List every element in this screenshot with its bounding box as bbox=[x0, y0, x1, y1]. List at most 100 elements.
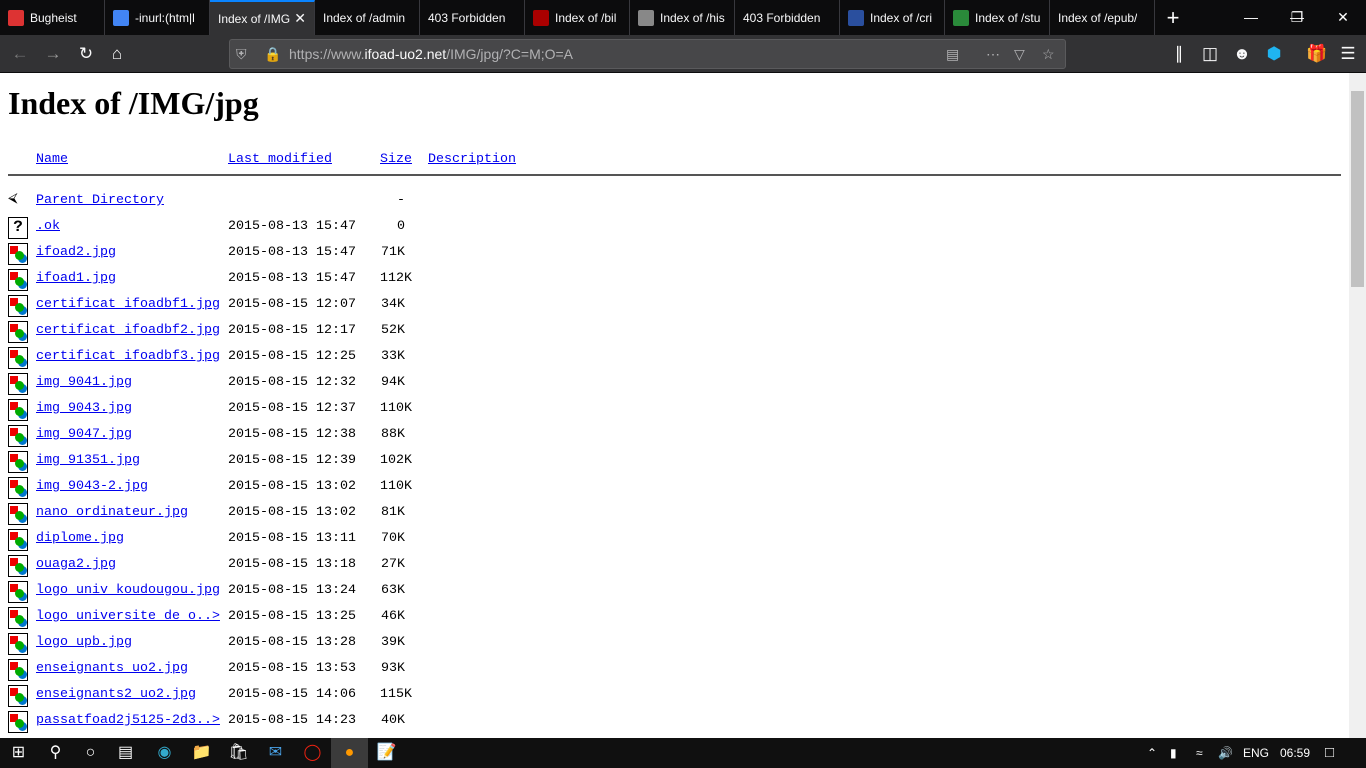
modified-date: 2015-08-13 15:47 bbox=[228, 271, 356, 286]
tab[interactable]: Index of /epub/ bbox=[1050, 0, 1155, 35]
tab-label: Index of /admin bbox=[323, 10, 406, 25]
lock-icon[interactable]: 🔒 bbox=[264, 40, 281, 68]
sort-by-modified-link[interactable]: Last modified bbox=[228, 152, 332, 167]
task-view-icon[interactable]: ▤ bbox=[107, 738, 144, 768]
file-link[interactable]: logo_upb.jpg bbox=[36, 635, 132, 650]
file-link[interactable]: diplome.jpg bbox=[36, 531, 124, 546]
tab-strip: Bugheist -inurl:(htm|l Index of /IMG ✕ Index… bbox=[0, 0, 1366, 35]
home-icon[interactable]: ⌂ bbox=[102, 35, 132, 73]
file-row: diplome.jpg 2015-08-15 13:11 70K bbox=[0, 529, 1340, 557]
volume-icon[interactable]: 🔊 bbox=[1218, 738, 1233, 768]
tab-label: Index of /his bbox=[660, 10, 725, 25]
file-link[interactable]: img_9043.jpg bbox=[36, 401, 132, 416]
parent-directory-link[interactable]: Parent Directory bbox=[36, 193, 164, 208]
modified-date: 2015-08-13 15:47 bbox=[228, 245, 356, 260]
file-link[interactable]: certificat_ifoadbf3.jpg bbox=[36, 349, 220, 364]
restore-icon[interactable]: ❐ bbox=[1274, 0, 1320, 35]
more-icon[interactable]: ⋯ bbox=[986, 40, 1000, 68]
url-bar[interactable]: ⛨ 🔒 https://www.ifoad-uo2.net/IMG/jpg/?C… bbox=[229, 39, 1066, 69]
menu-icon[interactable]: ☰ bbox=[1333, 35, 1363, 73]
tab[interactable]: Bugheist bbox=[0, 0, 105, 35]
favicon-icon bbox=[848, 9, 864, 26]
file-link[interactable]: ifoad2.jpg bbox=[36, 245, 116, 260]
tab-label: Index of /epub/ bbox=[1058, 10, 1138, 25]
modified-date: 2015-08-15 12:37 bbox=[228, 401, 356, 416]
tab[interactable]: Index of /IMG ✕ bbox=[210, 0, 315, 35]
wifi-icon[interactable]: ≈ bbox=[1196, 738, 1203, 768]
close-window-icon[interactable]: ✕ bbox=[1320, 0, 1366, 35]
image-file-icon bbox=[8, 477, 28, 499]
reader-view-icon[interactable]: ▤ bbox=[946, 40, 959, 68]
start-windows-icon[interactable]: ⊞ bbox=[0, 738, 37, 768]
store-icon[interactable]: 🛍 bbox=[220, 738, 257, 768]
file-link[interactable]: logo_univ_koudougou.jpg bbox=[36, 583, 220, 598]
file-explorer-icon[interactable]: 📁 bbox=[183, 738, 220, 768]
file-row: img_9041.jpg 2015-08-15 12:32 94K bbox=[0, 373, 1340, 401]
vertical-scrollbar[interactable] bbox=[1349, 73, 1366, 738]
file-link[interactable]: certificat_ifoadbf1.jpg bbox=[36, 297, 220, 312]
close-tab-icon[interactable]: ✕ bbox=[294, 10, 306, 27]
reload-icon[interactable]: ↻ bbox=[71, 35, 101, 73]
tab[interactable]: Index of /stu bbox=[945, 0, 1050, 35]
tab-label: Index of /stu bbox=[975, 10, 1041, 25]
file-link[interactable]: logo_universite_de_o..> bbox=[36, 609, 220, 624]
language-indicator[interactable]: ENG bbox=[1243, 738, 1269, 768]
tab[interactable]: Index of /cri bbox=[840, 0, 945, 35]
search-icon[interactable]: ⚲ bbox=[37, 738, 74, 768]
file-size: 33K bbox=[381, 349, 405, 364]
file-size: 63K bbox=[381, 583, 405, 598]
tab[interactable]: 403 Forbidden bbox=[420, 0, 525, 35]
mail-icon[interactable]: ✉ bbox=[257, 738, 294, 768]
library-icon[interactable]: ∥ bbox=[1164, 35, 1194, 73]
tab[interactable]: Index of /bil bbox=[525, 0, 630, 35]
tab[interactable]: Index of /his bbox=[630, 0, 735, 35]
scrollbar-thumb[interactable] bbox=[1351, 91, 1364, 287]
file-link[interactable]: ifoad1.jpg bbox=[36, 271, 116, 286]
sort-by-description-link[interactable]: Description bbox=[428, 152, 516, 167]
bookmark-star-icon[interactable]: ☆ bbox=[1042, 40, 1055, 68]
sidebar-icon[interactable]: ◫ bbox=[1195, 35, 1225, 73]
file-link[interactable]: nano_ordinateur.jpg bbox=[36, 505, 188, 520]
file-link[interactable]: ouaga2.jpg bbox=[36, 557, 116, 572]
file-link[interactable]: enseignants_uo2.jpg bbox=[36, 661, 188, 676]
file-link[interactable]: img_9047.jpg bbox=[36, 427, 132, 442]
file-link[interactable]: passatfoad2j5125-2d3..> bbox=[36, 713, 220, 728]
file-link[interactable]: enseignants2_uo2.jpg bbox=[36, 687, 196, 702]
file-link[interactable]: .ok bbox=[36, 219, 60, 234]
modified-date: 2015-08-15 12:39 bbox=[228, 453, 356, 468]
unknown-file-icon: ? bbox=[8, 217, 28, 239]
tab[interactable]: 403 Forbidden bbox=[735, 0, 840, 35]
back-icon[interactable]: ← bbox=[5, 35, 35, 73]
notifications-icon[interactable]: □ bbox=[1325, 738, 1334, 768]
tab[interactable]: Index of /admin bbox=[315, 0, 420, 35]
forward-icon[interactable]: → bbox=[38, 35, 68, 73]
file-link[interactable]: img_9043-2.jpg bbox=[36, 479, 148, 494]
url-text[interactable]: https://www.ifoad-uo2.net/IMG/jpg/?C=M;O… bbox=[289, 40, 573, 68]
opera-icon[interactable]: ◯ bbox=[294, 738, 331, 768]
file-link[interactable]: img_91351.jpg bbox=[36, 453, 140, 468]
extension-icon[interactable]: ⬢ bbox=[1259, 35, 1289, 73]
image-file-icon bbox=[8, 633, 28, 655]
account-icon[interactable]: ☻ bbox=[1227, 35, 1257, 73]
clock[interactable]: 06:59 bbox=[1280, 738, 1310, 768]
notepad-icon[interactable]: 📝 bbox=[368, 738, 405, 768]
pocket-icon[interactable]: ▽ bbox=[1014, 40, 1025, 68]
show-hidden-icons-icon[interactable]: ⌃ bbox=[1147, 738, 1157, 768]
minimize-icon[interactable]: — bbox=[1228, 0, 1274, 35]
whats-new-gift-icon[interactable]: 🎁 bbox=[1302, 35, 1332, 73]
cortana-icon[interactable]: ○ bbox=[72, 738, 109, 768]
firefox-icon[interactable]: ● bbox=[331, 738, 368, 768]
shield-icon[interactable]: ⛨ bbox=[236, 40, 247, 68]
tab[interactable]: -inurl:(htm|l bbox=[105, 0, 210, 35]
sort-by-name-link[interactable]: Name bbox=[36, 152, 68, 167]
file-size: 94K bbox=[381, 375, 405, 390]
battery-icon[interactable]: ▮ bbox=[1170, 738, 1177, 768]
new-tab-button[interactable]: + bbox=[1155, 0, 1191, 35]
sort-by-size-link[interactable]: Size bbox=[380, 152, 412, 167]
file-size: 110K bbox=[380, 479, 412, 494]
edge-icon[interactable]: ◉ bbox=[146, 738, 183, 768]
file-link[interactable]: certificat_ifoadbf2.jpg bbox=[36, 323, 220, 338]
image-file-icon bbox=[8, 607, 28, 629]
modified-date: 2015-08-15 13:25 bbox=[228, 609, 356, 624]
file-link[interactable]: img_9041.jpg bbox=[36, 375, 132, 390]
